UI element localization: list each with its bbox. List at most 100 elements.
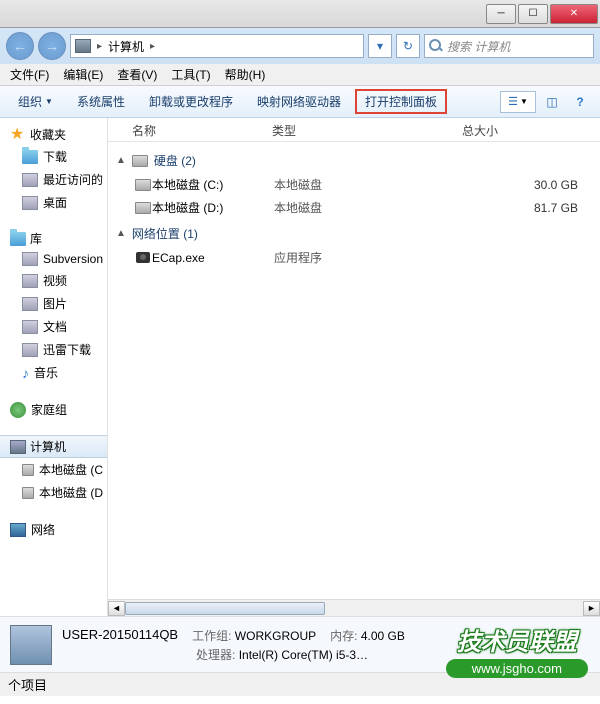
chevron-down-icon: ▾ [377, 39, 383, 53]
preview-pane-button[interactable]: ◫ [540, 91, 564, 113]
status-bar: 个项目 [0, 672, 600, 696]
menu-view[interactable]: 查看(V) [111, 64, 163, 85]
scroll-thumb[interactable] [125, 602, 325, 615]
sidebar-item-desktop[interactable]: 桌面 [0, 191, 107, 214]
help-button[interactable]: ? [568, 91, 592, 113]
scroll-left-button[interactable]: ◄ [108, 601, 125, 616]
toolbar-system-properties[interactable]: 系统属性 [67, 89, 135, 114]
sidebar-item-label: 本地磁盘 (D [39, 484, 103, 501]
group-title: 硬盘 (2) [154, 152, 196, 169]
scroll-track[interactable] [125, 601, 583, 616]
menu-edit[interactable]: 编辑(E) [57, 64, 109, 85]
organize-button[interactable]: 组织 ▼ [8, 89, 63, 114]
sidebar-item-subversion[interactable]: Subversion [0, 249, 107, 269]
drive-icon [22, 487, 34, 499]
search-placeholder: 搜索 计算机 [447, 38, 510, 55]
download-icon [22, 343, 38, 357]
search-input[interactable]: 搜索 计算机 [424, 34, 594, 58]
refresh-icon: ↻ [403, 39, 413, 53]
horizontal-scrollbar[interactable]: ◄ ► [108, 599, 600, 616]
minimize-button[interactable]: ─ [486, 4, 516, 24]
breadcrumb[interactable]: ▸ 计算机 ▸ [70, 34, 364, 58]
view-mode-button[interactable]: ☰ ▼ [500, 91, 536, 113]
doc-icon [22, 320, 38, 334]
details-cpu: Intel(R) Core(TM) i5-3… [239, 648, 368, 662]
recent-icon [22, 173, 38, 187]
drive-icon [132, 155, 148, 167]
nav-back-button[interactable]: ← [6, 32, 34, 60]
main-area: ★ 收藏夹 下载 最近访问的 桌面 库 Subversion 视频 图片 文档 … [0, 118, 600, 616]
details-pane: USER-20150114QB 工作组: WORKGROUP 内存: 4.00 … [0, 616, 600, 672]
sidebar-computer-header[interactable]: 计算机 [0, 435, 107, 458]
sidebar-item-music[interactable]: ♪音乐 [0, 361, 107, 384]
organize-label: 组织 [18, 93, 42, 110]
sidebar-item-label: 本地磁盘 (C [39, 461, 103, 478]
breadcrumb-dropdown[interactable]: ▾ [368, 34, 392, 58]
video-icon [22, 274, 38, 288]
sidebar-item-drive-d[interactable]: 本地磁盘 (D [0, 481, 107, 504]
toolbar-uninstall[interactable]: 卸载或更改程序 [139, 89, 243, 114]
details-cpu-label: 处理器: [196, 648, 235, 662]
toolbar-control-panel[interactable]: 打开控制面板 [355, 89, 447, 114]
sidebar-item-pictures[interactable]: 图片 [0, 292, 107, 315]
refresh-button[interactable]: ↻ [396, 34, 420, 58]
menu-tools[interactable]: 工具(T) [165, 64, 216, 85]
music-icon: ♪ [22, 365, 29, 381]
column-size[interactable]: 总大小 [456, 118, 600, 141]
sidebar-item-xunlei[interactable]: 迅雷下载 [0, 338, 107, 361]
sidebar-favorites-header[interactable]: ★ 收藏夹 [0, 124, 107, 145]
computer-icon [10, 625, 52, 665]
maximize-button[interactable]: ☐ [518, 4, 548, 24]
computer-icon [10, 440, 26, 454]
sidebar-item-videos[interactable]: 视频 [0, 269, 107, 292]
nav-forward-button[interactable]: → [38, 32, 66, 60]
chevron-down-icon: ▲ [116, 155, 126, 166]
scroll-right-button[interactable]: ► [583, 601, 600, 616]
homegroup-icon [10, 402, 26, 418]
list-item[interactable]: ECap.exe 应用程序 [108, 246, 600, 269]
toolbar-map-drive[interactable]: 映射网络驱动器 [247, 89, 351, 114]
drive-icon [22, 464, 34, 476]
sidebar-item-label: 下载 [43, 148, 67, 165]
column-name[interactable]: 名称 [126, 118, 266, 141]
sidebar-item-label: Subversion [43, 252, 103, 266]
desktop-icon [22, 196, 38, 210]
sidebar-item-drive-c[interactable]: 本地磁盘 (C [0, 458, 107, 481]
chevron-right-icon: ▸ [150, 41, 155, 52]
sidebar-item-documents[interactable]: 文档 [0, 315, 107, 338]
chevron-right-icon: ▸ [97, 41, 102, 52]
menu-help[interactable]: 帮助(H) [219, 64, 272, 85]
picture-icon [22, 297, 38, 311]
menu-file[interactable]: 文件(F) [4, 64, 55, 85]
group-network[interactable]: ▲ 网络位置 (1) [108, 219, 600, 246]
item-name: 本地磁盘 (C:) [152, 176, 274, 193]
arrow-right-icon: → [45, 38, 59, 54]
sidebar-item-downloads[interactable]: 下载 [0, 145, 107, 168]
doc-icon [22, 252, 38, 266]
details-workgroup: WORKGROUP [235, 629, 316, 643]
computer-icon [75, 39, 91, 53]
folder-icon [22, 150, 38, 164]
sidebar-item-label: 文档 [43, 318, 67, 335]
item-name: 本地磁盘 (D:) [152, 199, 274, 216]
group-drives[interactable]: ▲ 硬盘 (2) [108, 146, 600, 173]
column-type[interactable]: 类型 [266, 118, 456, 141]
file-listing: ▲ 硬盘 (2) 本地磁盘 (C:) 本地磁盘 30.0 GB 本地磁盘 (D:… [108, 142, 600, 599]
sidebar-item-label: 网络 [31, 521, 55, 538]
chevron-down-icon: ▼ [45, 97, 53, 106]
sidebar-network[interactable]: 网络 [0, 518, 107, 541]
help-icon: ? [576, 95, 583, 109]
sidebar-item-recent[interactable]: 最近访问的 [0, 168, 107, 191]
network-icon [10, 523, 26, 537]
sidebar-item-label: 图片 [43, 295, 67, 312]
sidebar: ★ 收藏夹 下载 最近访问的 桌面 库 Subversion 视频 图片 文档 … [0, 118, 108, 616]
list-item[interactable]: 本地磁盘 (D:) 本地磁盘 81.7 GB [108, 196, 600, 219]
sidebar-libraries-header[interactable]: 库 [0, 228, 107, 249]
breadcrumb-location[interactable]: 计算机 [108, 38, 144, 55]
close-button[interactable]: ✕ [550, 4, 598, 24]
list-item[interactable]: 本地磁盘 (C:) 本地磁盘 30.0 GB [108, 173, 600, 196]
sidebar-homegroup[interactable]: 家庭组 [0, 398, 107, 421]
arrow-left-icon: ← [13, 38, 27, 54]
pane-icon: ◫ [546, 95, 557, 109]
chevron-down-icon: ▼ [520, 97, 528, 106]
